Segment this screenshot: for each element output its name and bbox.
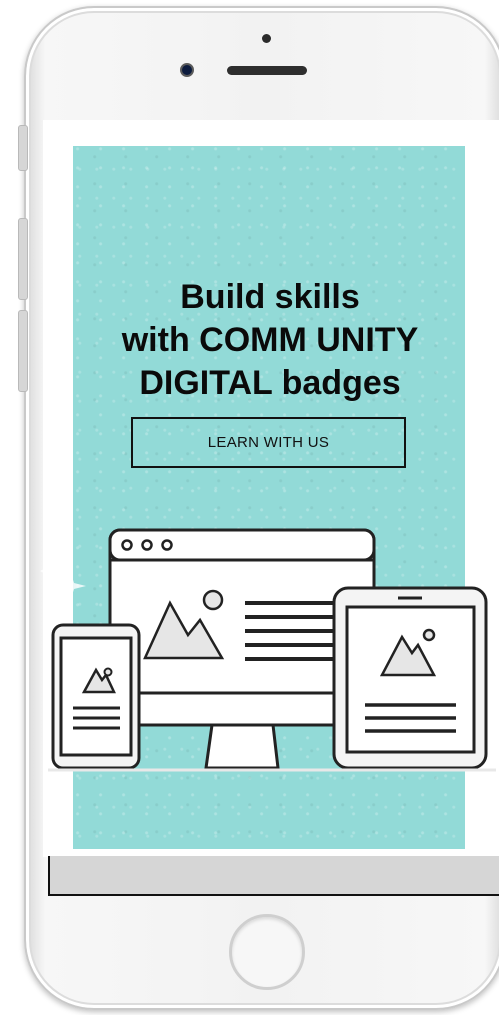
volume-down-button — [18, 310, 28, 392]
tablet-icon — [332, 586, 488, 770]
smartphone-icon — [51, 623, 141, 770]
proximity-sensor-icon — [262, 34, 271, 43]
headline-line-3: DIGITAL badges — [139, 364, 401, 402]
learn-with-us-button[interactable]: LEARN WITH US — [131, 417, 406, 468]
headline-line-1: Build skills — [180, 278, 360, 316]
home-button-icon[interactable] — [229, 914, 305, 990]
front-camera-icon — [180, 63, 194, 77]
mute-switch — [18, 125, 28, 171]
devices-illustration — [40, 528, 496, 772]
volume-up-button — [18, 218, 28, 300]
hero-headline: Build skills with COMM UNITY DIGITAL bad… — [60, 276, 480, 405]
speaker-icon — [227, 66, 307, 75]
headline-line-2: with COMM UNITY — [121, 321, 419, 359]
bottom-bar — [48, 856, 499, 896]
